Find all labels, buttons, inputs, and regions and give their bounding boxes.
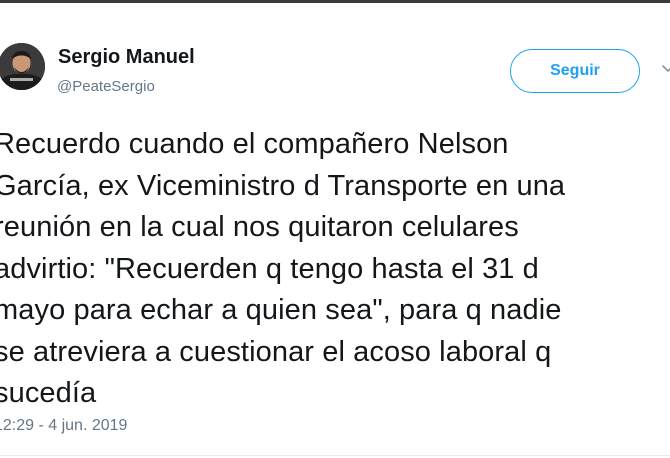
user-display-name[interactable]: Sergio Manuel — [58, 46, 195, 69]
tweet-timestamp[interactable]: 12:29 - 4 jun. 2019 — [0, 417, 127, 435]
tweet-text: Recuerdo cuando el compañero Nelson Garc… — [0, 128, 566, 409]
follow-button[interactable]: Seguir — [510, 49, 640, 93]
chevron-down-icon[interactable] — [662, 62, 670, 74]
top-border — [0, 0, 670, 3]
divider — [0, 455, 670, 456]
avatar[interactable] — [0, 43, 45, 90]
user-handle[interactable]: @PeateSergio — [57, 78, 155, 95]
